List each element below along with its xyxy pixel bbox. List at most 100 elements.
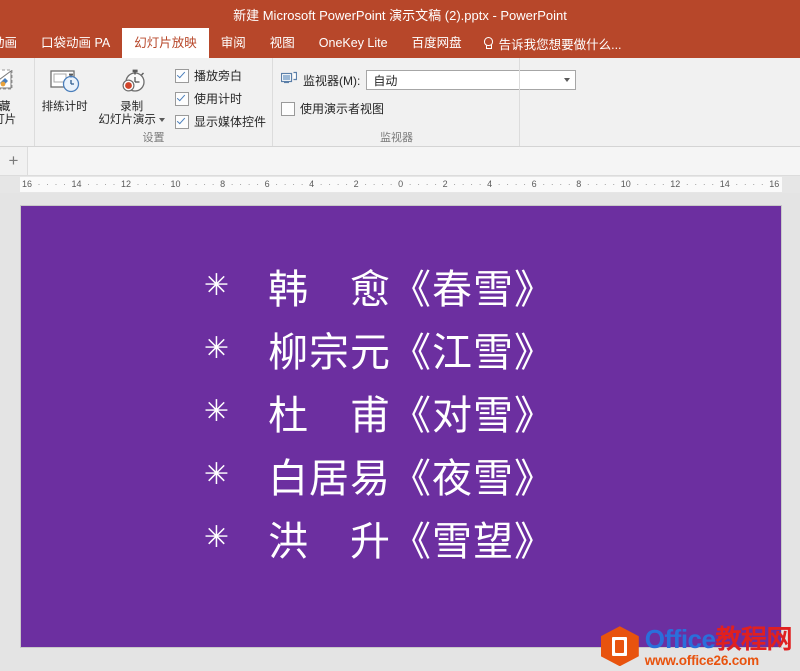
ruler-minor-tick: ·: [345, 179, 349, 189]
ruler-minor-tick: ·: [46, 179, 50, 189]
hide-slide-label-line2: 幻灯片: [0, 114, 17, 126]
tell-me-box[interactable]: 告诉我您想要做什么...: [474, 28, 630, 58]
lightbulb-icon: [482, 36, 494, 50]
tell-me-placeholder: 告诉我您想要做什么...: [498, 37, 622, 52]
ruler-minor-tick: ·: [153, 179, 157, 189]
ruler-minor-tick: ·: [408, 179, 412, 189]
ruler-minor-tick: ·: [247, 179, 251, 189]
hide-slide-button[interactable]: 隐藏 幻灯片: [0, 62, 16, 127]
monitor-icon: [280, 71, 298, 90]
ruler-minor-tick: ·: [389, 179, 393, 189]
show-media-controls-checkbox[interactable]: 显示媒体控件: [174, 113, 266, 130]
slide-bullet-line[interactable]: ✳ 杜 甫《对雪》: [21, 380, 781, 443]
snowflake-bullet-icon: ✳: [203, 330, 231, 366]
setup-group-label: 设置: [142, 132, 165, 144]
play-narrations-checkbox-box[interactable]: [174, 68, 189, 83]
ruler-minor-tick: ·: [162, 179, 166, 189]
record-slideshow-label-line1: 录制: [120, 101, 144, 113]
slide-line-text: 韩 愈《春雪》: [268, 266, 556, 313]
tab-review[interactable]: 审阅: [209, 28, 258, 58]
ribbon-group-spacer: [519, 58, 800, 146]
ruler-minor-tick: ·: [586, 179, 590, 189]
add-slide-button[interactable]: +: [0, 147, 28, 175]
slide-text-body[interactable]: ✳ 韩 愈《春雪》 ✳ 柳宗元《江雪》 ✳ 杜 甫《对雪》 ✳ 白居易《夜雪》 ✳ 洪 升《雪望》: [21, 254, 781, 569]
ruler-minor-tick: ·: [239, 179, 243, 189]
ruler-tick-label: 6: [531, 179, 537, 189]
window-title: 新建 Microsoft PowerPoint 演示文稿 (2).pptx - …: [233, 7, 567, 23]
ruler-tick-label: 14: [71, 179, 82, 189]
slide-bullet-line[interactable]: ✳ 洪 升《雪望》: [21, 506, 781, 569]
ribbon-group-monitor: 监视器(M): 自动 使用演示者视图 监视器: [272, 58, 577, 146]
tab-animations[interactable]: 动画: [0, 28, 29, 58]
use-timings-label: 使用计时: [193, 92, 242, 106]
snowflake-bullet-icon: ✳: [203, 519, 231, 555]
hide-slide-label-line1: 隐藏: [0, 101, 11, 113]
tab-onekey-lite[interactable]: OneKey Lite: [307, 28, 400, 58]
ribbon-group-setup: 排练计时 录制 幻灯片演示 播放旁白 使用计时 显示媒体控件 设置: [34, 58, 272, 146]
ruler-minor-tick: ·: [760, 179, 764, 189]
use-timings-checkbox[interactable]: 使用计时: [174, 90, 266, 107]
slide-bullet-line[interactable]: ✳ 韩 愈《春雪》: [21, 254, 781, 317]
ruler-minor-tick: ·: [194, 179, 198, 189]
use-presenter-view-checkbox-box[interactable]: [281, 101, 295, 116]
ruler-minor-tick: ·: [372, 179, 376, 189]
play-narrations-checkbox[interactable]: 播放旁白: [174, 67, 266, 84]
ruler-minor-tick: ·: [735, 179, 739, 189]
record-slideshow-label-line2-text: 幻灯片演示: [98, 114, 156, 126]
ruler-minor-tick: ·: [319, 179, 323, 189]
ruler-minor-tick: ·: [661, 179, 665, 189]
watermark-url: www.office26.com: [644, 652, 759, 668]
ruler-tick-label: 8: [576, 179, 582, 189]
ruler-minor-tick: ·: [653, 179, 657, 189]
ruler-minor-tick: ·: [743, 179, 747, 189]
ruler-minor-tick: ·: [104, 179, 108, 189]
tab-baidu-netdisk[interactable]: 百度网盘: [400, 28, 474, 58]
ruler-minor-tick: ·: [514, 179, 518, 189]
ruler-minor-tick: ·: [523, 179, 527, 189]
ruler-minor-tick: ·: [381, 179, 385, 189]
slide-thumbnail-bar: +: [0, 147, 800, 176]
watermark-brand-en: Office: [644, 623, 716, 654]
ruler-minor-tick: ·: [95, 179, 99, 189]
ruler-minor-tick: ·: [434, 179, 438, 189]
use-timings-checkbox-box[interactable]: [174, 91, 189, 106]
ruler-minor-tick: ·: [328, 179, 332, 189]
ribbon: 隐藏 幻灯片 排练计时: [0, 58, 800, 147]
ruler-minor-tick: ·: [636, 179, 640, 189]
slide-bullet-line[interactable]: ✳ 白居易《夜雪》: [21, 443, 781, 506]
ruler-minor-tick: ·: [567, 179, 571, 189]
ruler-minor-tick: ·: [230, 179, 234, 189]
ruler-tick-label: 6: [264, 179, 270, 189]
monitor-group-label: 监视器: [380, 132, 413, 144]
record-slideshow-label-line2: 幻灯片演示: [98, 114, 165, 127]
ruler-minor-tick: ·: [752, 179, 756, 189]
ruler-track: 16 · · · · 14 · · · · 12 · · · · 10 · · · · 8 · · · · 6 · · · · 4 · · · · 2…: [20, 177, 782, 192]
record-slideshow-button[interactable]: 录制 幻灯片演示: [94, 62, 169, 127]
show-media-controls-checkbox-box[interactable]: [174, 114, 189, 129]
ruler-minor-tick: ·: [136, 179, 140, 189]
ruler-minor-tick: ·: [275, 179, 279, 189]
ruler-tick-label: 8: [220, 179, 226, 189]
watermark: Office教程网 www.office26.com: [600, 623, 792, 668]
slide-canvas[interactable]: ✳ 韩 愈《春雪》 ✳ 柳宗元《江雪》 ✳ 杜 甫《对雪》 ✳ 白居易《夜雪》 ✳ 洪 升《雪望》: [20, 205, 782, 648]
rehearse-timings-button[interactable]: 排练计时: [35, 62, 94, 114]
tab-pocket-animation[interactable]: 口袋动画 PA: [29, 28, 122, 58]
show-media-controls-label: 显示媒体控件: [193, 115, 266, 129]
ruler-minor-tick: ·: [292, 179, 296, 189]
horizontal-ruler[interactable]: 16 · · · · 14 · · · · 12 · · · · 10 · · · · 8 · · · · 6 · · · · 4 · · · · 2…: [0, 176, 800, 193]
ruler-minor-tick: ·: [283, 179, 287, 189]
ruler-minor-tick: ·: [37, 179, 41, 189]
ruler-minor-tick: ·: [644, 179, 648, 189]
tab-view[interactable]: 视图: [258, 28, 307, 58]
thumbnail-strip-empty: [28, 147, 800, 175]
chevron-down-icon[interactable]: [158, 117, 165, 122]
monitor-select-value: 自动: [373, 73, 398, 88]
slide-line-text: 洪 升《雪望》: [268, 518, 556, 565]
ruler-tick-label: 2: [353, 179, 359, 189]
ruler-tick-label: 14: [719, 179, 730, 189]
title-bar: 新建 Microsoft PowerPoint 演示文稿 (2).pptx - …: [0, 0, 800, 28]
tab-slide-show[interactable]: 幻灯片放映: [122, 28, 209, 58]
slide-bullet-line[interactable]: ✳ 柳宗元《江雪》: [21, 317, 781, 380]
ruler-minor-tick: ·: [417, 179, 421, 189]
ruler-tick-label: 16: [769, 179, 780, 189]
